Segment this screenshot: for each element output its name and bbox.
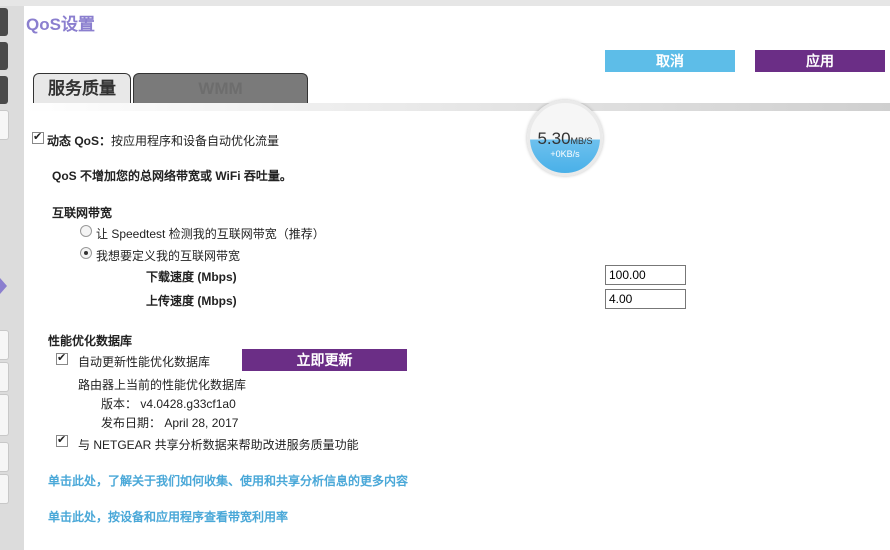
radio-speedtest[interactable] (80, 225, 92, 237)
rail-tab-9[interactable] (0, 474, 9, 504)
dynamic-qos-label-bold: 动态 QoS： (47, 134, 112, 148)
speed-value-number: 5.30 (537, 129, 571, 148)
upload-speed-input[interactable] (605, 289, 686, 309)
left-rail (0, 6, 24, 550)
qos-note: QoS 不增加您的总网络带宽或 WiFi 吞吐量。 (52, 169, 292, 183)
database-heading: 性能优化数据库 (48, 334, 133, 348)
rail-tab-3[interactable] (0, 76, 8, 104)
radio-custom-bandwidth[interactable] (80, 247, 92, 259)
radio-custom-label: 我想要定义我的互联网带宽 (96, 249, 241, 263)
apply-button[interactable]: 应用 (755, 50, 885, 72)
rail-tab-5[interactable] (0, 330, 9, 360)
download-speed-input[interactable] (605, 265, 686, 285)
download-speed-label: 下载速度 (Mbps) (146, 270, 237, 284)
update-now-button[interactable]: 立即更新 (242, 349, 407, 371)
auto-update-label: 自动更新性能优化数据库 (78, 355, 211, 369)
version-label: 版本： (101, 397, 138, 411)
tab-qos[interactable]: 服务质量 (33, 73, 131, 104)
speed-meter-value: 5.30MB/S (530, 129, 600, 149)
database-release-date: 发布日期： April 28, 2017 (101, 414, 238, 431)
top-bar (0, 0, 890, 6)
tab-wmm[interactable]: WMM (133, 73, 308, 104)
dynamic-qos-label: 动态 QoS：按应用程序和设备自动优化流量 (47, 132, 279, 149)
rail-tab-1[interactable] (0, 8, 8, 36)
view-usage-link[interactable]: 单击此处，按设备和应用程序查看带宽利用率 (48, 508, 288, 525)
version-value: v4.0428.g33cf1a0 (140, 397, 236, 411)
release-value: April 28, 2017 (164, 416, 239, 430)
rail-tab-6[interactable] (0, 362, 9, 392)
upload-speed-label: 上传速度 (Mbps) (146, 294, 237, 308)
database-version: 版本： v4.0428.g33cf1a0 (101, 395, 236, 412)
rail-tab-4[interactable] (0, 110, 9, 140)
speed-meter-sub: +0KB/s (550, 149, 580, 159)
share-analytics-checkbox[interactable] (56, 433, 68, 447)
rail-tab-2[interactable] (0, 42, 8, 70)
dynamic-qos-checkbox[interactable] (32, 130, 44, 144)
radio-speedtest-label: 让 Speedtest 检测我的互联网带宽（推荐） (96, 227, 325, 241)
page-title: QoS设置 (26, 15, 95, 34)
dynamic-qos-label-text: 按应用程序和设备自动优化流量 (111, 134, 280, 148)
auto-update-checkbox[interactable] (56, 351, 68, 365)
cancel-button[interactable]: 取消 (605, 50, 735, 72)
rail-expand-arrow-icon[interactable] (0, 278, 7, 294)
release-label: 发布日期： (101, 416, 162, 430)
share-analytics-label: 与 NETGEAR 共享分析数据来帮助改进服务质量功能 (78, 438, 359, 452)
tab-underline (24, 103, 890, 111)
current-database-label: 路由器上当前的性能优化数据库 (78, 378, 247, 392)
rail-tab-7[interactable] (0, 394, 9, 436)
speed-meter: 5.30MB/S +0KB/s (527, 100, 603, 176)
rail-tab-8[interactable] (0, 442, 9, 472)
bandwidth-heading: 互联网带宽 (52, 206, 113, 220)
speed-value-unit: MB/S (570, 136, 593, 146)
learn-more-link[interactable]: 单击此处，了解关于我们如何收集、使用和共享分析信息的更多内容 (48, 472, 408, 489)
